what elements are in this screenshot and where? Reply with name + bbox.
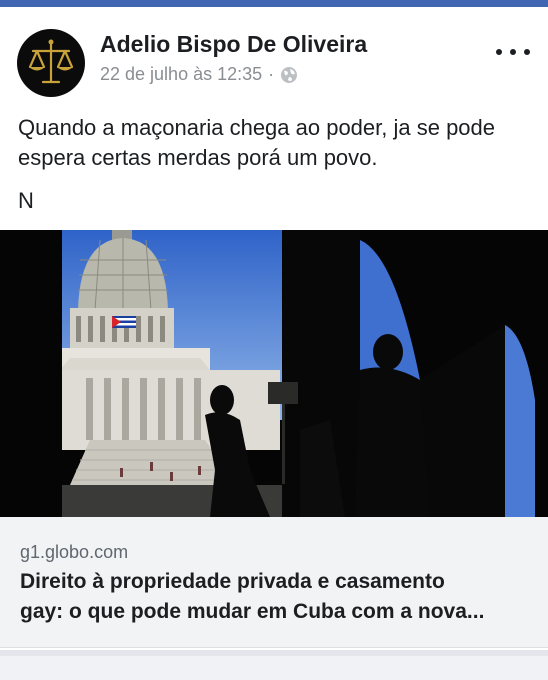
feed-divider xyxy=(0,650,548,680)
more-options-button[interactable] xyxy=(496,40,530,64)
scales-of-justice-icon xyxy=(28,39,74,84)
more-options-icon-dot xyxy=(496,49,502,55)
more-options-icon-dot xyxy=(510,49,516,55)
post-author[interactable]: Adelio Bispo De Oliveira xyxy=(100,31,367,58)
post-timestamp[interactable]: 22 de julho às 12:35 xyxy=(100,64,262,85)
link-preview-image[interactable] xyxy=(0,230,548,517)
globe-icon[interactable] xyxy=(280,66,298,84)
more-options-icon-dot xyxy=(524,49,530,55)
next-post-edge xyxy=(0,656,548,680)
post-text-line: espera certas merdas porá um povo. xyxy=(18,145,378,170)
link-domain: g1.globo.com xyxy=(20,542,129,562)
meta-separator: · xyxy=(268,64,275,84)
avatar[interactable] xyxy=(17,29,85,97)
top-brand-bar xyxy=(0,0,548,7)
link-preview-card[interactable]: g1.globo.com Direito à propriedade priva… xyxy=(0,517,548,648)
post-text-extra: N xyxy=(18,188,34,213)
post-text-line: Quando a maçonaria chega ao poder, ja se… xyxy=(18,115,496,140)
post-text: Quando a maçonaria chega ao poder, ja se… xyxy=(18,113,533,173)
post-meta: 22 de julho às 12:35 · xyxy=(100,64,298,85)
link-title-line: gay: o que pode mudar em Cuba com a nova… xyxy=(20,600,485,623)
link-title-line: Direito à propriedade privada e casament… xyxy=(20,570,445,593)
capitol-photo xyxy=(0,230,548,517)
link-title[interactable]: Direito à propriedade privada e casament… xyxy=(20,567,525,627)
